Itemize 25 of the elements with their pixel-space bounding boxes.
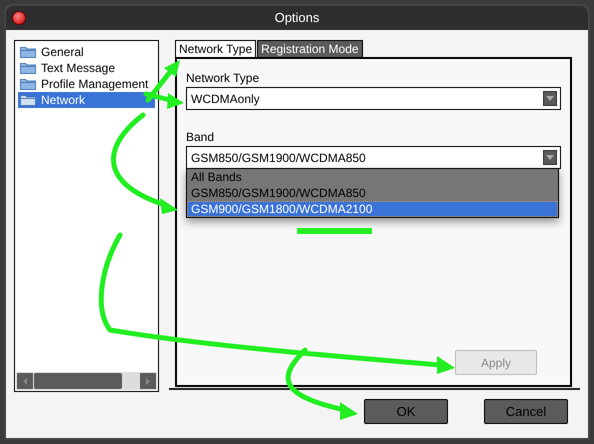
tab[interactable]: Network Type [175, 40, 256, 57]
window-title: Options [274, 9, 320, 28]
field-label: Network Type [186, 70, 260, 87]
dropdown-option[interactable]: GSM850/GSM1900/WCDMA850 [187, 185, 558, 201]
dropdown-option[interactable]: GSM900/GSM1800/WCDMA2100 [187, 201, 558, 217]
scroll-right-button[interactable] [140, 373, 156, 389]
left-arrow-icon [23, 378, 27, 384]
network-type-dropdown[interactable]: WCDMAonly [186, 87, 561, 110]
horizontal-scrollbar[interactable] [16, 372, 157, 390]
band-dropdown[interactable]: GSM850/GSM1900/WCDMA850 [186, 146, 561, 169]
dropdown-option[interactable]: All Bands [187, 169, 558, 185]
tree-item[interactable]: Network [18, 92, 155, 108]
scrollbar-thumb[interactable] [34, 373, 122, 389]
scroll-left-button[interactable] [17, 373, 33, 389]
tab[interactable]: Registration Mode [257, 40, 363, 57]
tree-item[interactable]: Text Message [18, 60, 155, 76]
right-arrow-icon [146, 378, 150, 384]
folder-icon [20, 78, 36, 90]
close-button[interactable] [12, 11, 26, 25]
tree-item[interactable]: Profile Management [18, 76, 155, 92]
folder-icon [20, 46, 36, 58]
field-label: Band [186, 129, 216, 146]
folder-icon [20, 62, 36, 74]
tree-item[interactable]: General [18, 44, 155, 60]
folder-icon [20, 94, 36, 106]
